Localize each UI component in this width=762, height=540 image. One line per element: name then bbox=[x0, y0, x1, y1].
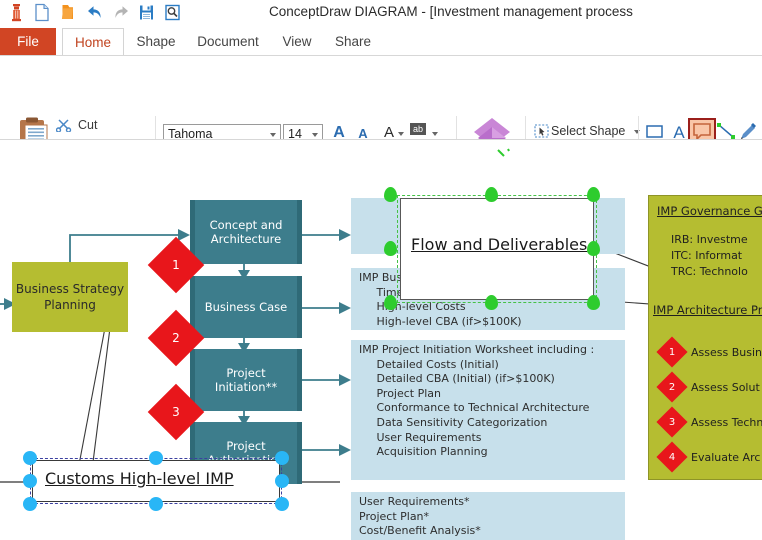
callout-handle-top-center[interactable] bbox=[485, 187, 498, 202]
font-size-dropdown-arrow[interactable] bbox=[312, 133, 318, 137]
concept-and-architecture-node[interactable]: Concept and Architecture bbox=[190, 200, 302, 264]
textbox-handle-top-center[interactable] bbox=[149, 451, 163, 465]
conceptdraw-window: ConceptDraw DIAGRAM - [Investment manage… bbox=[0, 0, 762, 540]
business-strategy-planning-node[interactable]: Business Strategy Planning bbox=[12, 262, 128, 332]
cut-label: Cut bbox=[78, 118, 98, 132]
textbox-handle-bottom-right[interactable] bbox=[275, 497, 289, 511]
arch-step-1-label: Assess Busin bbox=[691, 346, 762, 359]
governance-panel-title: IMP Governance Gr bbox=[657, 204, 762, 218]
business-case-node[interactable]: Business Case bbox=[190, 276, 302, 338]
arch-step-4-num: 4 bbox=[668, 451, 676, 463]
highlight-button[interactable]: ab bbox=[410, 123, 426, 135]
tab-document[interactable]: Document bbox=[188, 28, 268, 56]
step-marker-1: 1 bbox=[172, 258, 180, 272]
business-case-label: Business Case bbox=[204, 300, 288, 314]
callout-handle-middle-left[interactable] bbox=[384, 241, 397, 256]
cut-button[interactable]: Cut bbox=[55, 118, 98, 133]
arch-step-2-label: Assess Solut bbox=[691, 381, 760, 394]
arch-step-3-num: 3 bbox=[668, 416, 676, 428]
diagram-canvas[interactable]: Business Strategy Planning Concept and A… bbox=[0, 140, 762, 540]
textbox-handle-middle-right[interactable] bbox=[275, 474, 289, 488]
governance-line-2: ITC: Informat bbox=[671, 249, 743, 262]
project-initiation-node[interactable]: Project Initiation** bbox=[190, 349, 302, 411]
font-color-dropdown-arrow[interactable] bbox=[398, 132, 404, 136]
arch-step-4-label: Evaluate Arc bbox=[691, 451, 761, 464]
node-right-band bbox=[297, 276, 302, 338]
callout-handle-bottom-right[interactable] bbox=[587, 295, 600, 310]
callout-selection-outline bbox=[397, 195, 597, 303]
deliverable-box-4[interactable]: User Requirements* Project Plan* Cost/Be… bbox=[351, 492, 625, 540]
tab-shape[interactable]: Shape bbox=[128, 28, 184, 56]
business-strategy-planning-label: Business Strategy Planning bbox=[15, 282, 125, 312]
governance-line-1: IRB: Investme bbox=[671, 233, 748, 246]
callout-handle-bottom-center[interactable] bbox=[485, 295, 498, 310]
node-right-band bbox=[297, 200, 302, 264]
governance-line-3: TRC: Technolo bbox=[671, 265, 748, 278]
callout-handle-top-left[interactable] bbox=[384, 187, 397, 202]
scissors-icon bbox=[55, 118, 74, 133]
tab-file[interactable]: File bbox=[0, 28, 56, 56]
window-title: ConceptDraw DIAGRAM - [Investment manage… bbox=[269, 4, 633, 19]
textbox-handle-bottom-left[interactable] bbox=[23, 497, 37, 511]
node-right-band bbox=[297, 422, 302, 484]
highlight-dropdown-arrow[interactable] bbox=[432, 132, 438, 136]
textbox-handle-top-right[interactable] bbox=[275, 451, 289, 465]
arch-step-1-num: 1 bbox=[668, 346, 676, 358]
callout-handle-top-right[interactable] bbox=[587, 187, 600, 202]
step-marker-2: 2 bbox=[172, 331, 180, 345]
ribbon: Paste Cut Copy bbox=[0, 56, 762, 194]
highlight-label: ab bbox=[412, 124, 423, 134]
arch-step-2-num: 2 bbox=[668, 381, 676, 393]
tab-view[interactable]: View bbox=[272, 28, 322, 56]
deliverable-box-3[interactable]: IMP Project Initiation Worksheet includi… bbox=[351, 340, 625, 480]
concept-and-architecture-label: Concept and Architecture bbox=[209, 218, 283, 246]
callout-handle-bottom-left[interactable] bbox=[384, 295, 397, 310]
arch-step-3-label: Assess Techn bbox=[691, 416, 762, 429]
step-marker-3: 3 bbox=[172, 405, 180, 419]
governance-panel[interactable]: IMP Governance Gr IRB: Investme ITC: Inf… bbox=[648, 195, 762, 480]
font-name-dropdown-arrow[interactable] bbox=[270, 133, 276, 137]
select-shape-label: Select Shape bbox=[551, 124, 626, 138]
textbox-handle-bottom-center[interactable] bbox=[149, 497, 163, 511]
textbox-handle-top-left[interactable] bbox=[23, 451, 37, 465]
project-initiation-label: Project Initiation** bbox=[214, 366, 278, 394]
callout-handle-middle-right[interactable] bbox=[587, 241, 600, 256]
tab-share[interactable]: Share bbox=[326, 28, 380, 56]
architecture-panel-title: IMP Architecture Pr bbox=[653, 303, 762, 317]
ribbon-tab-bar: File Home Shape Document View Share bbox=[0, 28, 762, 56]
title-bar: ConceptDraw DIAGRAM - [Investment manage… bbox=[0, 0, 762, 28]
textbox-handle-middle-left[interactable] bbox=[23, 474, 37, 488]
node-right-band bbox=[297, 349, 302, 411]
tab-home[interactable]: Home bbox=[62, 28, 124, 56]
